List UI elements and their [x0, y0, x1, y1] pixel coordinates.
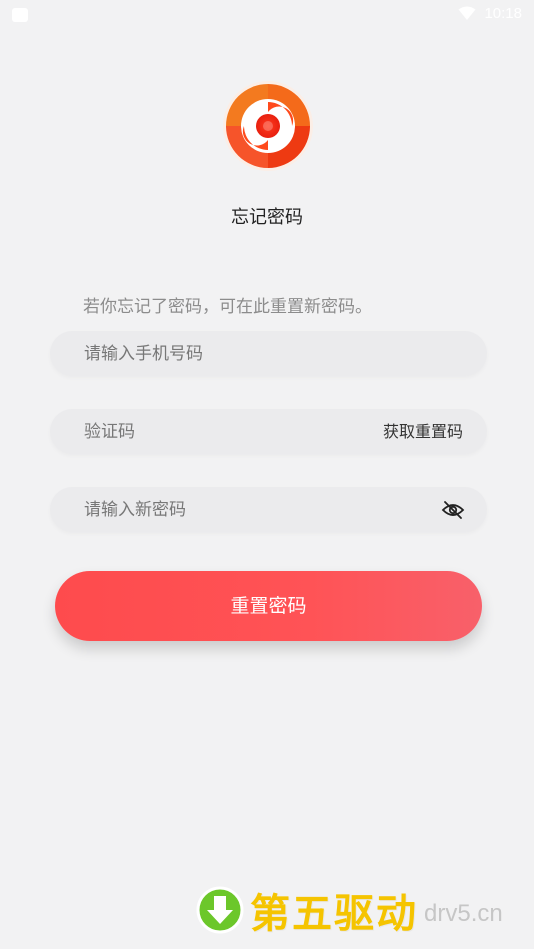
new-password-input[interactable] [84, 487, 364, 532]
new-password-field[interactable] [50, 487, 487, 532]
app-logo-icon [222, 80, 314, 172]
verification-code-field[interactable]: 获取重置码 [50, 409, 487, 454]
status-time: 10:18 [484, 5, 522, 22]
phone-field[interactable] [50, 331, 487, 376]
download-arrow-icon [196, 886, 244, 934]
reset-hint-text: 若你忘记了密码，可在此重置新密码。 [83, 297, 372, 317]
watermark-text: 第五驱动 [250, 891, 418, 937]
phone-input[interactable] [84, 331, 364, 376]
reset-password-button[interactable]: 重置密码 [55, 571, 482, 641]
page-title: 忘记密码 [231, 207, 303, 228]
status-bar: 10:18 [0, 0, 534, 30]
notification-icon [12, 8, 28, 22]
eye-off-icon[interactable] [441, 499, 465, 521]
wifi-icon [458, 6, 476, 21]
watermark-domain: drv5.cn [424, 900, 503, 927]
status-right: 10:18 [458, 5, 522, 22]
watermark: 第五驱动 drv5.cn [196, 880, 503, 940]
verification-code-input[interactable] [84, 409, 364, 454]
get-reset-code-button[interactable]: 获取重置码 [383, 409, 463, 454]
